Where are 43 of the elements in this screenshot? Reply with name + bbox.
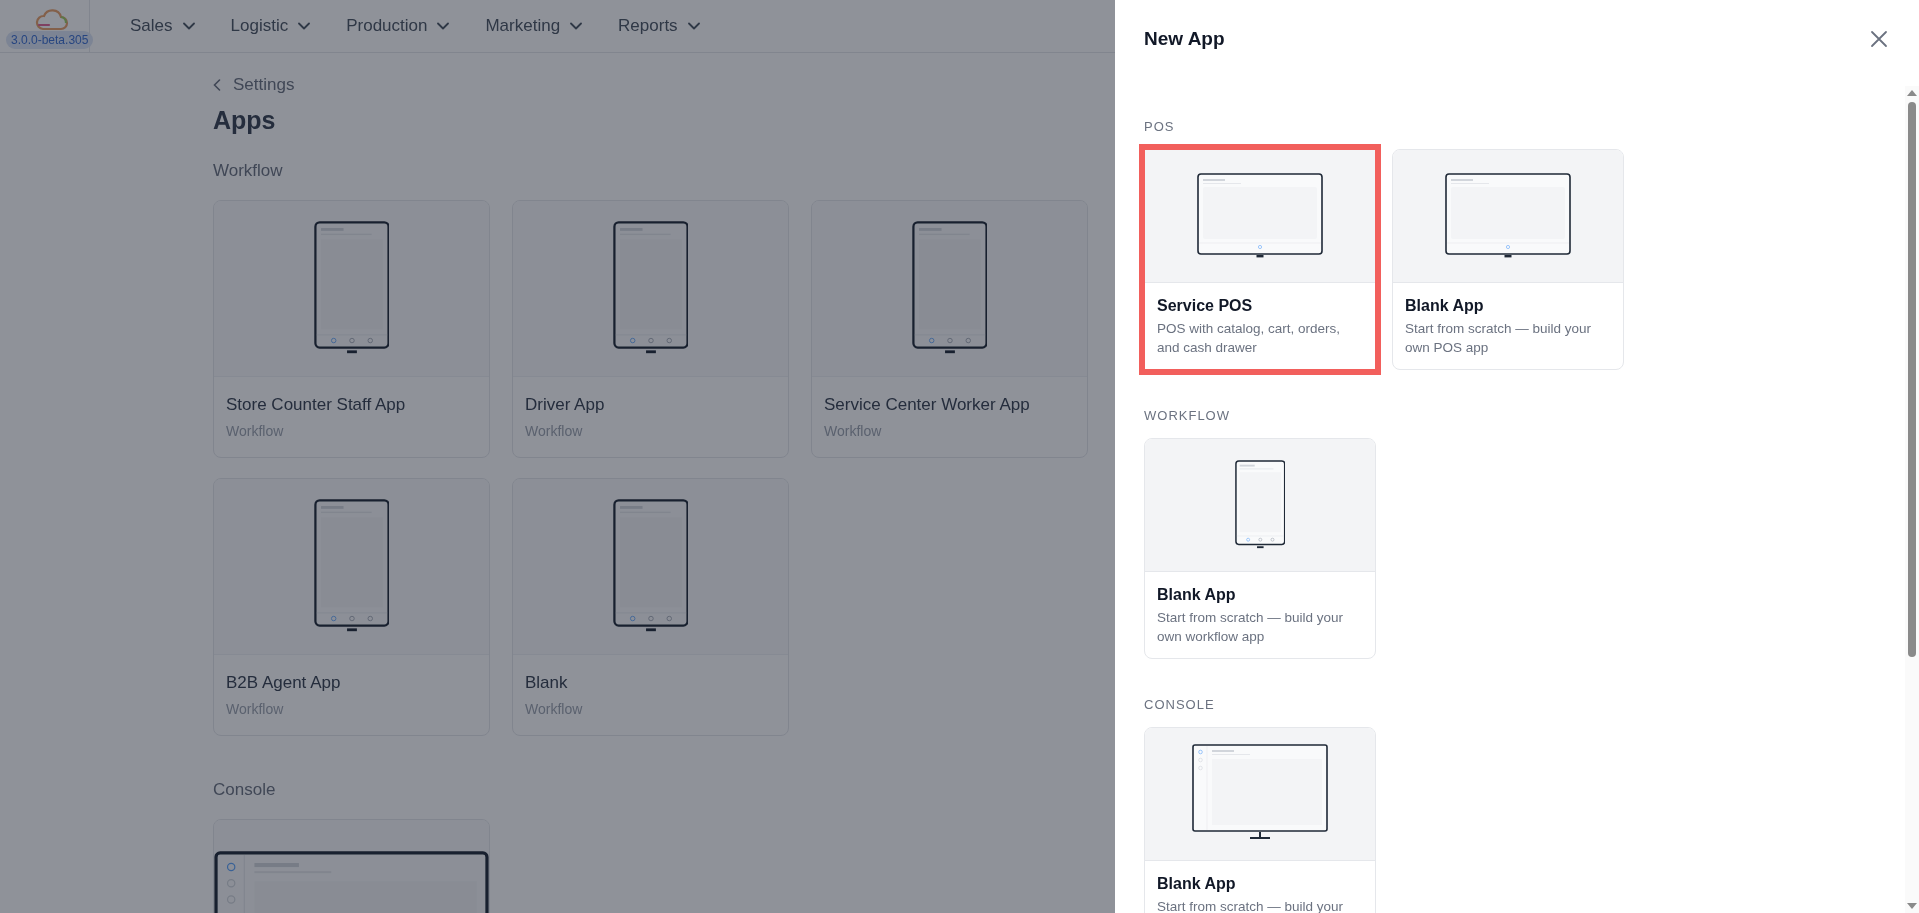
template-description: Start from scratch — build your own workflow app <box>1157 609 1345 646</box>
chevron-down-icon <box>437 22 450 30</box>
template-card[interactable]: Blank App Start from scratch — build your own workflow app <box>1144 438 1376 659</box>
scroll-down-arrow-icon[interactable] <box>1907 903 1917 909</box>
template-card[interactable]: Service POS POS with catalog, cart, orders, and cash drawer <box>1139 144 1381 375</box>
section-heading: Console <box>213 780 276 800</box>
chevron-down-icon <box>298 22 311 30</box>
cloud-logo-icon[interactable] <box>35 8 69 33</box>
scroll-up-arrow-icon[interactable] <box>1907 90 1917 96</box>
nav-menu[interactable]: Logistic <box>224 12 317 40</box>
chevron-down-icon <box>570 22 583 30</box>
chevron-left-icon <box>213 79 221 91</box>
template-description: Start from scratch — build your <box>1157 898 1345 913</box>
template-name: Blank App <box>1157 875 1237 893</box>
chevron-down-icon <box>687 22 700 30</box>
chevron-down-icon <box>182 22 195 30</box>
template-card[interactable]: Blank App Start from scratch — build your own POS app <box>1392 149 1624 370</box>
back-link[interactable]: Settings <box>213 75 295 95</box>
template-name: Blank App <box>1157 586 1237 604</box>
template-card[interactable]: Blank App Start from scratch — build your <box>1144 727 1376 913</box>
template-description: Start from scratch — build your own POS app <box>1405 320 1593 357</box>
nav-menu[interactable]: Sales <box>124 12 201 40</box>
app-name: Service Center Worker App <box>824 395 1031 415</box>
template-name: Service POS <box>1157 297 1254 315</box>
template-description: POS with catalog, cart, orders, and cash drawer <box>1157 320 1342 357</box>
app-name: Driver App <box>525 395 606 415</box>
app-name: B2B Agent App <box>226 673 342 693</box>
nav-menu[interactable]: Production <box>340 12 456 40</box>
nav-menu[interactable]: Marketing <box>479 12 589 40</box>
panel-title: New App <box>1144 28 1225 50</box>
version-badge: 3.0.0-beta.305 <box>6 30 94 49</box>
section-heading: Workflow <box>213 161 283 181</box>
section-label: POS <box>1144 119 1175 134</box>
scrollbar[interactable] <box>1905 86 1919 913</box>
section-label: CONSOLE <box>1144 697 1215 712</box>
page-title: Apps <box>213 106 276 135</box>
template-name: Blank App <box>1405 297 1485 315</box>
app-name: Blank <box>525 673 569 693</box>
nav-menu[interactable]: Reports <box>612 12 706 40</box>
close-icon <box>1869 29 1889 49</box>
app-name: Store Counter Staff App <box>226 395 407 415</box>
close-button[interactable] <box>1869 29 1889 49</box>
section-label: WORKFLOW <box>1144 408 1230 423</box>
